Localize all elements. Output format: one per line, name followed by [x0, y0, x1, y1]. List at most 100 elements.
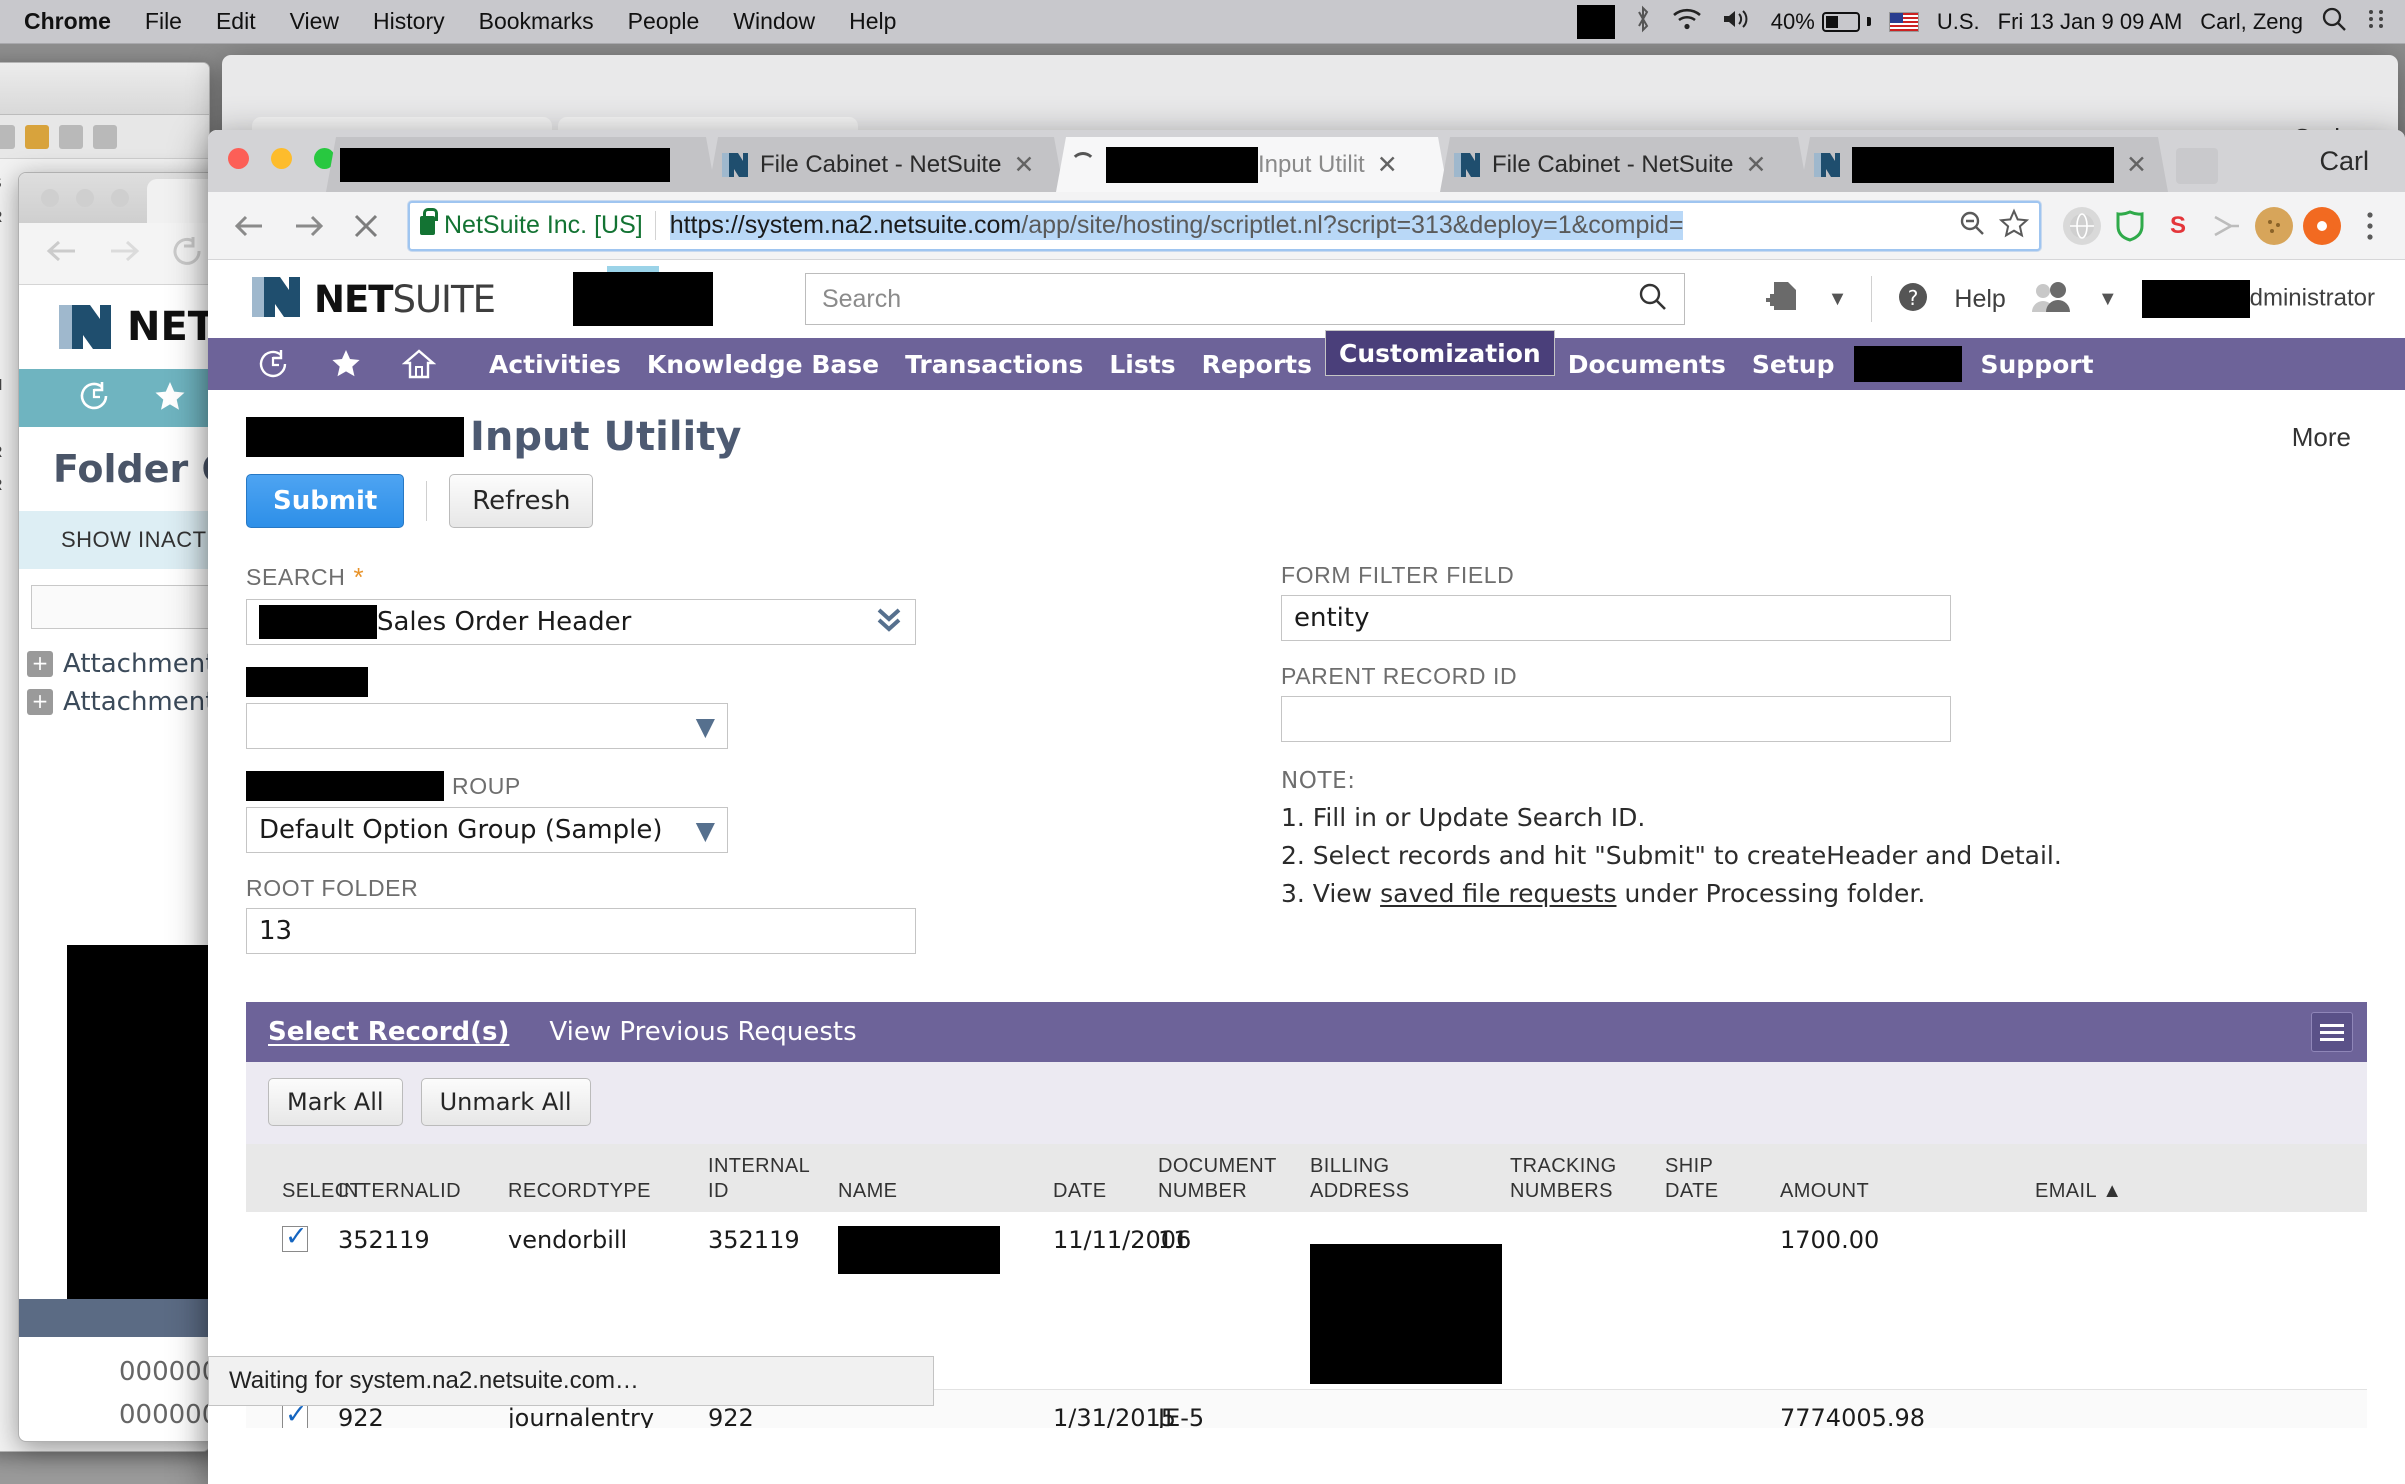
- orange-extension-icon[interactable]: [2303, 206, 2341, 245]
- input-source-label[interactable]: U.S.: [1937, 9, 1980, 35]
- forward-icon[interactable]: [282, 200, 334, 252]
- global-search-input[interactable]: Search: [804, 273, 1685, 325]
- stop-loading-icon[interactable]: [340, 200, 392, 252]
- quick-add-caret-icon[interactable]: ▼: [1828, 288, 1848, 311]
- toolbar-icon-2[interactable]: [25, 124, 49, 149]
- zoom-out-icon[interactable]: [1957, 208, 1987, 243]
- reload-icon[interactable]: [171, 235, 205, 272]
- chevron-down-icon[interactable]: ▼: [696, 712, 715, 741]
- s-icon[interactable]: S: [2159, 207, 2197, 245]
- checkbox-checked-icon[interactable]: [282, 1221, 308, 1252]
- window-controls[interactable]: [228, 148, 335, 169]
- volume-icon[interactable]: [1721, 7, 1753, 36]
- chrome-menu-icon[interactable]: [2351, 207, 2389, 245]
- battery-indicator[interactable]: 40%: [1771, 9, 1871, 35]
- refresh-button[interactable]: Refresh: [449, 474, 594, 528]
- nav-item-documents[interactable]: Documents: [1555, 336, 1739, 393]
- favorites-star-icon[interactable]: [330, 348, 362, 380]
- chrome-profile-label[interactable]: Carl: [2319, 146, 2369, 177]
- checkbox-checked-icon[interactable]: [282, 1399, 308, 1428]
- mark-all-button[interactable]: Mark All: [268, 1078, 403, 1126]
- browser-tab-0[interactable]: [326, 137, 716, 192]
- more-link[interactable]: More: [2292, 422, 2375, 453]
- shield-icon[interactable]: [2111, 207, 2149, 245]
- second-select[interactable]: ▼: [246, 703, 728, 749]
- column-header-billing-address[interactable]: BILLING ADDRESS: [1310, 1154, 1510, 1212]
- nav-item-transactions[interactable]: Transactions: [892, 336, 1096, 393]
- option-group-select[interactable]: Default Option Group (Sample) ▼: [246, 807, 728, 853]
- tab-view-previous-requests[interactable]: View Previous Requests: [549, 1017, 856, 1047]
- unmark-all-button[interactable]: Unmark All: [420, 1078, 591, 1126]
- menubar-item-people[interactable]: People: [628, 8, 700, 35]
- bluetooth-icon[interactable]: [1633, 4, 1653, 39]
- toolbar-icon-3[interactable]: [59, 124, 83, 149]
- column-header-amount[interactable]: AMOUNT: [1780, 1179, 2035, 1212]
- clock[interactable]: Fri 13 Jan 9 09 AM: [1998, 9, 2183, 35]
- quick-add-icon[interactable]: [1762, 278, 1804, 321]
- user-avatar-icon[interactable]: [2030, 280, 2074, 319]
- spotlight-search-icon[interactable]: [2321, 6, 2347, 37]
- browser-tab-3[interactable]: File Cabinet - NetSuite ✕: [1440, 137, 1808, 192]
- bookmark-star-icon[interactable]: [1998, 208, 2030, 243]
- column-header-internal-id[interactable]: INTERNAL ID: [708, 1154, 838, 1212]
- tab-select-records[interactable]: Select Record(s): [268, 1017, 509, 1047]
- column-header-ship-date[interactable]: SHIP DATE: [1665, 1154, 1780, 1212]
- menubar-item-view[interactable]: View: [290, 8, 339, 35]
- nav-item-lists[interactable]: Lists: [1096, 336, 1188, 393]
- user-name[interactable]: Carl, Zeng: [2200, 9, 2303, 35]
- menubar-item-help[interactable]: Help: [849, 8, 896, 35]
- column-header-document-number[interactable]: DOCUMENT NUMBER: [1158, 1154, 1310, 1212]
- tab-close-icon[interactable]: ✕: [1377, 150, 1398, 180]
- toolbar-icon-1[interactable]: [0, 124, 15, 149]
- chevron-down-icon[interactable]: ▼: [696, 816, 715, 845]
- menubar-item-history[interactable]: History: [373, 8, 445, 35]
- tab-close-icon[interactable]: ✕: [1745, 150, 1766, 180]
- tab-close-icon[interactable]: ✕: [2126, 150, 2147, 180]
- search-select[interactable]: Sales Order Header: [246, 599, 916, 645]
- root-folder-input[interactable]: 13: [246, 908, 916, 954]
- column-header-tracking-numbers[interactable]: TRACKING NUMBERS: [1510, 1154, 1665, 1212]
- browser-tab-2-active[interactable]: Input Utilit ✕: [1056, 137, 1448, 192]
- arrow-icon[interactable]: [2207, 207, 2245, 245]
- form-filter-field-input[interactable]: entity: [1281, 595, 1951, 641]
- favorites-star-icon[interactable]: [153, 379, 187, 418]
- nav-item-reports[interactable]: Reports: [1189, 336, 1325, 393]
- omnibox[interactable]: NetSuite Inc. [US] https://system.na2.ne…: [408, 200, 2041, 251]
- control-center-icon[interactable]: [2365, 6, 2387, 37]
- nav-item-redacted[interactable]: [1853, 346, 1962, 382]
- nav-item-knowledge-base[interactable]: Knowledge Base: [634, 336, 892, 393]
- submit-button[interactable]: Submit: [246, 474, 405, 528]
- toolbar-icon-4[interactable]: [93, 124, 117, 149]
- column-header-internalid[interactable]: INTERNALID: [338, 1179, 508, 1212]
- help-label[interactable]: Help: [1954, 285, 2005, 314]
- back-icon[interactable]: [43, 236, 79, 271]
- nav-item-customization[interactable]: Customization: [1325, 330, 1555, 376]
- site-security-indicator[interactable]: NetSuite Inc. [US]: [420, 208, 656, 240]
- user-caret-icon[interactable]: ▼: [2098, 288, 2118, 311]
- chrome-window[interactable]: File Cabinet - NetSuite ✕ Input Utilit ✕…: [208, 130, 2405, 1484]
- column-header-recordtype[interactable]: RECORDTYPE: [508, 1179, 708, 1212]
- nav-item-support[interactable]: Support: [1968, 336, 2107, 393]
- recent-icon[interactable]: [77, 379, 111, 418]
- column-header-date[interactable]: DATE: [1053, 1179, 1158, 1212]
- menubar-item-window[interactable]: Window: [733, 8, 815, 35]
- menubar-item-file[interactable]: File: [145, 8, 182, 35]
- sublist-menu-icon[interactable]: [2311, 1012, 2353, 1052]
- saved-file-requests-link[interactable]: saved file requests: [1380, 879, 1616, 908]
- parent-record-id-input[interactable]: [1281, 696, 1951, 742]
- search-icon[interactable]: [1638, 282, 1668, 317]
- home-icon[interactable]: [402, 348, 436, 380]
- browser-tab-4[interactable]: ✕: [1800, 137, 2168, 192]
- help-icon[interactable]: ?: [1896, 280, 1930, 319]
- menubar-app-name[interactable]: Chrome: [24, 8, 111, 35]
- browser-tab-1[interactable]: File Cabinet - NetSuite ✕: [708, 137, 1064, 192]
- column-header-select[interactable]: SELECT: [246, 1179, 362, 1212]
- url-text[interactable]: https://system.na2.netsuite.com/app/site…: [669, 211, 1684, 240]
- close-window-button[interactable]: [228, 148, 249, 169]
- column-header-email[interactable]: EMAIL ▲: [2035, 1179, 2235, 1212]
- menubar-item-edit[interactable]: Edit: [216, 8, 256, 35]
- wifi-icon[interactable]: [1671, 7, 1703, 36]
- forward-icon[interactable]: [107, 236, 143, 271]
- nav-item-activities[interactable]: Activities: [476, 336, 634, 393]
- menubar-item-bookmarks[interactable]: Bookmarks: [479, 8, 594, 35]
